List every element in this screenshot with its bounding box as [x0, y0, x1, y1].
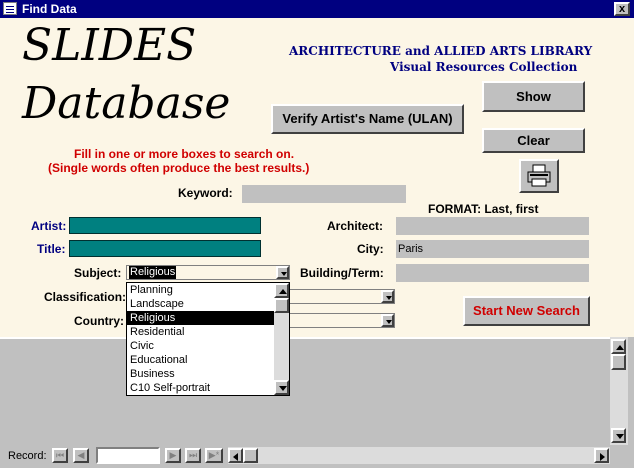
building-input[interactable]: [396, 264, 589, 282]
city-input[interactable]: Paris: [396, 240, 589, 258]
last-record-button[interactable]: ⏭: [185, 448, 201, 463]
format-note: FORMAT: Last, first: [428, 202, 539, 216]
chevron-down-icon[interactable]: [276, 266, 289, 279]
form-icon: [3, 2, 17, 15]
title-label: Title:: [37, 242, 66, 256]
artist-label: Artist:: [31, 219, 67, 233]
scroll-right-icon[interactable]: [594, 448, 609, 463]
search-form: SLIDES Database ARCHITECTURE and ALLIED …: [0, 18, 634, 337]
start-new-search-button[interactable]: Start New Search: [463, 296, 590, 326]
results-vertical-scrollbar[interactable]: [610, 337, 628, 445]
dropdown-scrollbar[interactable]: [274, 283, 289, 395]
city-label: City:: [357, 242, 384, 256]
keyword-input[interactable]: [242, 185, 406, 203]
subject-option[interactable]: Religious: [127, 311, 289, 325]
first-record-icon: ⏮: [55, 450, 65, 460]
scroll-thumb[interactable]: [243, 448, 258, 463]
scroll-up-icon[interactable]: [611, 339, 626, 354]
chevron-down-icon[interactable]: [381, 290, 394, 303]
subject-option[interactable]: Planning: [127, 283, 289, 297]
clear-button[interactable]: Clear: [482, 128, 585, 153]
app-title-line1: SLIDES: [22, 20, 197, 71]
subject-value: Religious: [129, 266, 177, 279]
results-area: [0, 337, 610, 445]
subject-option[interactable]: Landscape: [127, 297, 289, 311]
subject-option[interactable]: C10 Self-portrait: [127, 381, 289, 395]
country-label: Country:: [74, 314, 124, 328]
subject-dropdown-list[interactable]: Planning Landscape Religious Residential Civ…: [126, 282, 290, 396]
next-record-button[interactable]: ▶: [165, 448, 181, 463]
scroll-thumb[interactable]: [274, 298, 289, 313]
scroll-thumb[interactable]: [611, 354, 626, 370]
title-bar: Find Data x: [0, 0, 634, 18]
subject-select[interactable]: Religious: [126, 265, 290, 280]
first-record-button[interactable]: ⏮: [52, 448, 68, 463]
classification-label: Classification:: [44, 290, 127, 304]
scroll-up-icon[interactable]: [274, 283, 289, 298]
collection-name: Visual Resources Collection: [390, 60, 578, 74]
previous-record-icon: ◀: [77, 450, 85, 460]
window-title: Find Data: [22, 2, 77, 16]
subject-option[interactable]: Civic: [127, 339, 289, 353]
instructions-line2: (Single words often produce the best res…: [48, 161, 310, 175]
next-record-icon: ▶: [169, 450, 177, 460]
record-label: Record:: [8, 450, 47, 462]
record-navigation-bar: Record: ⏮ ◀ ▶ ⏭ ▶*: [0, 445, 634, 468]
artist-input[interactable]: [69, 217, 261, 234]
scroll-down-icon[interactable]: [611, 428, 626, 443]
subject-options: Planning Landscape Religious Residential Civ…: [127, 283, 289, 395]
title-input[interactable]: [69, 240, 261, 257]
architect-label: Architect:: [327, 219, 384, 233]
keyword-label: Keyword:: [178, 186, 233, 200]
architect-input[interactable]: [396, 217, 589, 235]
results-horizontal-scrollbar[interactable]: [228, 447, 610, 464]
subject-label: Subject:: [74, 266, 122, 280]
previous-record-button[interactable]: ◀: [73, 448, 89, 463]
building-label: Building/Term:: [300, 266, 384, 280]
printer-icon: [527, 164, 551, 187]
record-number-input[interactable]: [96, 447, 160, 464]
subject-option[interactable]: Residential: [127, 325, 289, 339]
scroll-down-icon[interactable]: [274, 380, 289, 395]
verify-artist-button[interactable]: Verify Artist's Name (ULAN): [271, 104, 464, 134]
scroll-left-icon[interactable]: [228, 448, 243, 463]
show-button[interactable]: Show: [482, 81, 585, 112]
last-record-icon: ⏭: [188, 450, 198, 460]
instructions-line1: Fill in one or more boxes to search on.: [74, 147, 295, 161]
subject-option[interactable]: Business: [127, 367, 289, 381]
app-title-line2: Database: [22, 78, 231, 129]
subject-option[interactable]: Educational: [127, 353, 289, 367]
print-button[interactable]: [519, 159, 559, 193]
new-record-button[interactable]: ▶*: [205, 448, 223, 463]
chevron-down-icon[interactable]: [381, 314, 394, 327]
new-record-icon: ▶*: [208, 450, 220, 460]
library-name: ARCHITECTURE and ALLIED ARTS LIBRARY: [289, 44, 593, 58]
close-button[interactable]: x: [614, 2, 630, 16]
